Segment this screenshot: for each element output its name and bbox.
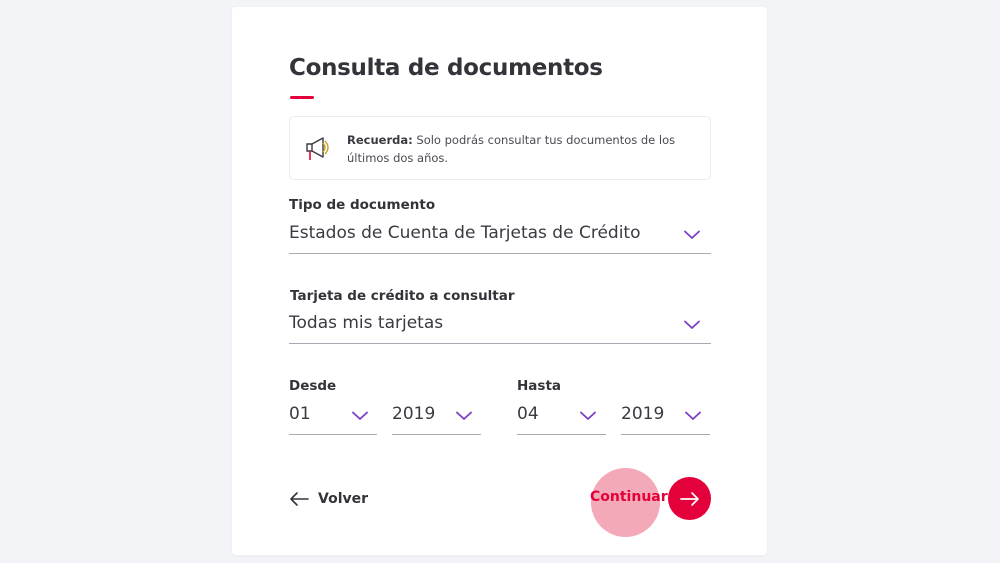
to-month-value: 04: [517, 404, 539, 424]
title-underline: [290, 96, 314, 99]
document-type-select[interactable]: Estados de Cuenta de Tarjetas de Crédito: [289, 220, 711, 254]
page-title: Consulta de documentos: [289, 55, 603, 81]
chevron-down-icon: [580, 411, 596, 420]
chevron-down-icon: [685, 411, 701, 420]
megaphone-icon: [306, 137, 329, 160]
card-select-value: Todas mis tarjetas: [289, 313, 444, 333]
arrow-left-icon: [290, 492, 309, 506]
back-label: Volver: [318, 491, 369, 507]
arrow-right-icon: [679, 491, 699, 506]
chevron-down-icon: [352, 411, 368, 420]
to-month-select[interactable]: 04: [517, 401, 606, 435]
from-label: Desde: [289, 378, 337, 394]
continue-arrow-button[interactable]: [668, 477, 711, 520]
document-type-value: Estados de Cuenta de Tarjetas de Crédito: [289, 223, 641, 243]
back-button[interactable]: Volver: [289, 488, 368, 510]
from-month-value: 01: [289, 404, 311, 424]
card-select-label: Tarjeta de crédito a consultar: [290, 288, 515, 304]
card-select[interactable]: Todas mis tarjetas: [289, 310, 711, 344]
reminder-notice: Recuerda: Solo podrás consultar tus docu…: [289, 116, 711, 180]
from-year-select[interactable]: 2019: [392, 401, 481, 435]
chevron-down-icon: [456, 411, 472, 420]
to-label: Hasta: [517, 378, 562, 394]
document-query-card: Consulta de documentos Recuerda: Solo po…: [232, 7, 767, 555]
from-month-select[interactable]: 01: [289, 401, 377, 435]
from-year-value: 2019: [392, 404, 436, 424]
chevron-down-icon: [684, 230, 700, 239]
notice-text: Recuerda: Solo podrás consultar tus docu…: [347, 131, 687, 167]
notice-bold: Recuerda:: [347, 133, 413, 147]
document-type-label: Tipo de documento: [289, 197, 436, 213]
to-year-select[interactable]: 2019: [621, 401, 710, 435]
to-year-value: 2019: [621, 404, 665, 424]
chevron-down-icon: [684, 320, 700, 329]
continue-button[interactable]: Continuar: [590, 489, 668, 505]
